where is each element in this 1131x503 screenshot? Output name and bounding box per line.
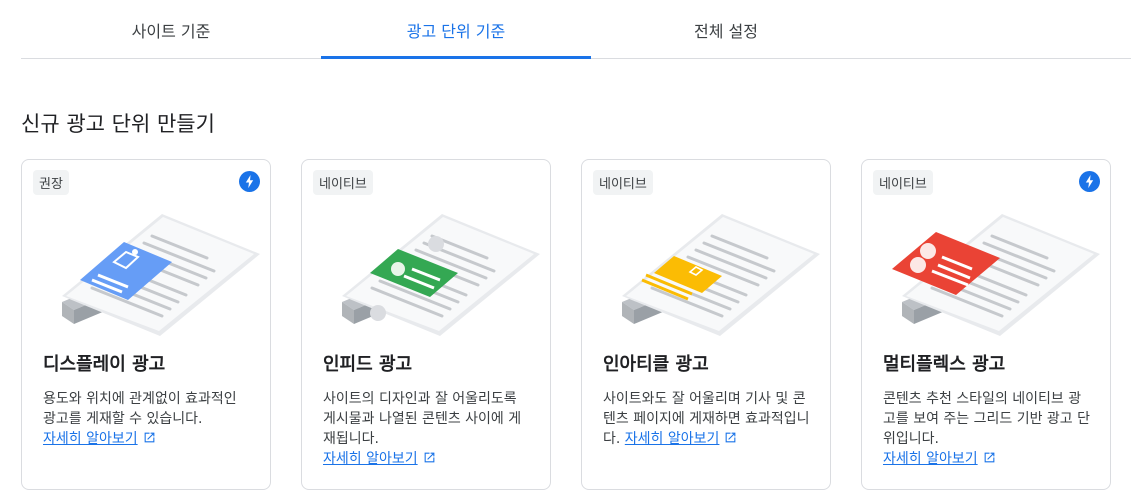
card-description: 사이트의 디자인과 잘 어울리도록 게시물과 나열된 콘텐츠 사이에 게재됩니다… <box>323 389 533 469</box>
tab-global-settings[interactable]: 전체 설정 <box>591 0 861 59</box>
tab-global-settings-label: 전체 설정 <box>694 21 758 41</box>
card-description-text: 사이트의 디자인과 잘 어울리도록 게시물과 나열된 콘텐츠 사이에 게재됩니다… <box>323 391 522 447</box>
learn-more-link[interactable]: 자세히 알아보기 <box>883 451 996 467</box>
learn-more-label: 자세히 알아보기 <box>883 451 978 467</box>
recommended-badge: 권장 <box>33 170 69 195</box>
tab-ad-unit-label: 광고 단위 기준 <box>406 21 506 41</box>
lightning-bolt-icon <box>239 171 260 192</box>
card-title: 디스플레이 광고 <box>43 354 166 375</box>
card-in-feed-ad[interactable]: 네이티브 인피드 광고 사이트의 디자인과 잘 어울리도록 게시물과 나열된 콘… <box>301 159 551 490</box>
lightning-bolt-icon <box>1079 171 1100 192</box>
card-description-text: 용도와 위치에 관계없이 효과적인 광고를 게재할 수 있습니다. <box>43 391 237 427</box>
card-description-text: 콘텐츠 추천 스타일의 네이티브 광고를 보여 주는 그리드 기반 광고 단위입… <box>883 391 1091 447</box>
card-title: 인피드 광고 <box>323 354 413 375</box>
learn-more-label: 자세히 알아보기 <box>323 451 418 467</box>
display-ad-illustration <box>60 212 262 338</box>
learn-more-link[interactable]: 자세히 알아보기 <box>43 431 156 447</box>
learn-more-link[interactable]: 자세히 알아보기 <box>625 431 738 447</box>
section-title: 신규 광고 단위 만들기 <box>21 112 215 136</box>
card-description: 사이트와도 잘 어울리며 기사 및 콘텐츠 페이지에 게재하면 효과적입니다. … <box>603 389 813 449</box>
card-multiplex-ad[interactable]: 네이티브 멀티플렉스 광고 콘텐츠 추천 스타일의 네이티브 광고를 보여 주는… <box>861 159 1111 490</box>
card-description: 용도와 위치에 관계없이 효과적인 광고를 게재할 수 있습니다. 자세히 알아… <box>43 389 253 449</box>
card-in-article-ad[interactable]: 네이티브 인아티클 광고 사이트와도 잘 어울리며 기사 및 콘텐츠 페이지에 … <box>581 159 831 490</box>
card-title: 멀티플렉스 광고 <box>883 354 1006 375</box>
multiplex-ad-illustration <box>892 212 1102 338</box>
open-in-new-icon <box>424 452 434 463</box>
open-in-new-icon <box>144 432 154 443</box>
tab-site[interactable]: 사이트 기준 <box>21 0 321 59</box>
in-article-ad-illustration <box>620 212 822 338</box>
card-display-ad[interactable]: 권장 디스플레이 광고 용도와 위치에 관계없이 효과적인 광고를 게재할 수 … <box>21 159 271 490</box>
open-in-new-icon <box>984 452 994 463</box>
card-description: 콘텐츠 추천 스타일의 네이티브 광고를 보여 주는 그리드 기반 광고 단위입… <box>883 389 1093 469</box>
learn-more-link[interactable]: 자세히 알아보기 <box>323 451 436 467</box>
native-badge: 네이티브 <box>593 170 653 195</box>
tab-ad-unit[interactable]: 광고 단위 기준 <box>321 0 591 59</box>
learn-more-label: 자세히 알아보기 <box>624 431 720 447</box>
native-badge: 네이티브 <box>873 170 933 195</box>
in-feed-ad-illustration <box>340 212 542 338</box>
learn-more-label: 자세히 알아보기 <box>43 431 138 447</box>
native-badge: 네이티브 <box>313 170 373 195</box>
open-in-new-icon <box>726 432 736 443</box>
tab-bar: 사이트 기준 광고 단위 기준 전체 설정 <box>21 0 1131 59</box>
active-tab-indicator <box>321 56 591 59</box>
tab-site-label: 사이트 기준 <box>131 21 211 41</box>
card-title: 인아티클 광고 <box>603 354 709 375</box>
